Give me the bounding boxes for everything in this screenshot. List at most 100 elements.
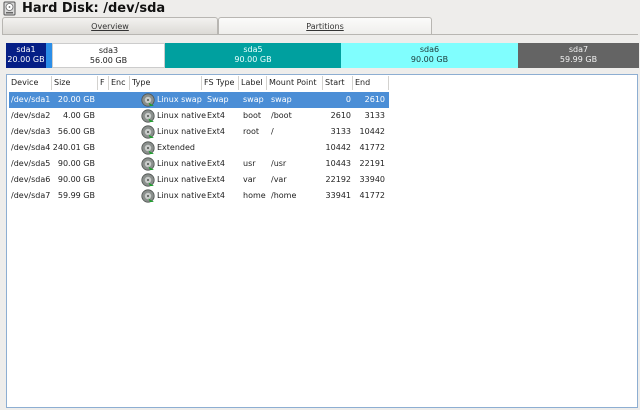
cell-end: 33940 — [359, 175, 385, 184]
segment-name: sda3 — [98, 46, 119, 55]
cell-start: 33941 — [325, 191, 351, 200]
cell-type: Linux swap — [157, 95, 202, 104]
tab-partitions[interactable]: Partitions — [218, 17, 432, 34]
cell-fs-type: Ext4 — [207, 175, 226, 184]
tab-overview[interactable]: Overview — [2, 17, 218, 34]
disk-partition-icon — [141, 189, 155, 203]
segment-size: 59.99 GB — [559, 55, 598, 64]
cell-mount-point: swap — [271, 95, 292, 104]
column-header-end[interactable]: End — [353, 76, 389, 90]
cell-label: usr — [243, 159, 256, 168]
cell-label: home — [243, 191, 266, 200]
partition-table[interactable]: Device Size F Enc Type FS Type Label Mou… — [6, 74, 638, 408]
cell-device: /dev/sda3 — [11, 127, 51, 136]
cell-fs-type — [207, 140, 241, 156]
cell-fs-type: Ext4 — [207, 111, 226, 120]
cell-fs-type: Ext4 — [207, 191, 226, 200]
cell-end: 22191 — [359, 159, 385, 168]
disk-partition-icon — [141, 173, 155, 187]
cell-device: /dev/sda5 — [11, 159, 51, 168]
cell-size: 90.00 GB — [57, 175, 95, 184]
partition-segment-sda1[interactable]: sda1 20.00 GB — [6, 43, 46, 68]
cell-end: 10442 — [359, 127, 385, 136]
partition-map: sda1 20.00 GB sda3 56.00 GB sda5 90.00 G… — [6, 43, 639, 68]
partition-segment-sda6[interactable]: sda6 90.00 GB — [341, 43, 518, 68]
table-row[interactable]: /dev/sda2 4.00 GB Linux native Ext4 boot/boo… — [9, 108, 389, 124]
cell-fs-type: Ext4 — [207, 159, 226, 168]
segment-size: 56.00 GB — [89, 56, 128, 65]
segment-size: 90.00 GB — [410, 55, 449, 64]
column-header-flags[interactable]: F — [98, 76, 109, 90]
cell-mount-point: /boot — [271, 111, 292, 120]
tab-partitions-label: Partitions — [306, 22, 344, 31]
partition-segment-sda3[interactable]: sda3 56.00 GB — [52, 43, 165, 68]
title-bar: Hard Disk: /dev/sda — [0, 0, 640, 18]
table-header: Device Size F Enc Type FS Type Label Mou… — [9, 76, 389, 90]
tab-overview-label: Overview — [91, 22, 129, 31]
cell-device: /dev/sda6 — [11, 175, 51, 184]
disk-partition-icon — [141, 109, 155, 123]
column-header-device[interactable]: Device — [9, 76, 52, 90]
cell-device: /dev/sda2 — [11, 111, 51, 120]
segment-name: sda7 — [568, 45, 589, 54]
segment-size: 90.00 GB — [234, 55, 272, 64]
cell-device: /dev/sda7 — [11, 191, 51, 200]
disk-partition-icon — [141, 157, 155, 171]
column-header-size[interactable]: Size — [52, 76, 98, 90]
cell-start: 2610 — [330, 111, 351, 120]
cell-fs-type: Swap — [207, 95, 229, 104]
column-header-fs-type[interactable]: FS Type — [202, 76, 239, 90]
cell-end: 3133 — [364, 111, 385, 120]
cell-size: 59.99 GB — [57, 191, 95, 200]
cell-mount-point: / — [271, 127, 274, 136]
column-header-start[interactable]: Start — [323, 76, 353, 90]
disk-partition-icon — [141, 125, 155, 139]
table-row[interactable]: /dev/sda1 20.00 GB Linux swap Swap swap swap 0… — [9, 92, 389, 108]
column-header-mount-point[interactable]: Mount Point — [267, 76, 323, 90]
column-header-encryption[interactable]: Enc — [109, 76, 130, 90]
column-header-label[interactable]: Label — [239, 76, 267, 90]
cell-type: Linux native — [157, 175, 207, 184]
cell-label: var — [243, 175, 256, 184]
tab-divider — [2, 34, 638, 35]
cell-type: Linux native — [157, 111, 207, 120]
cell-start: 10442 — [325, 143, 351, 152]
cell-mount-point — [271, 140, 321, 156]
cell-size: 4.00 GB — [62, 111, 95, 120]
segment-name: sda6 — [419, 45, 440, 54]
cell-mount-point: /home — [271, 191, 297, 200]
cell-start: 10443 — [325, 159, 351, 168]
cell-label: root — [243, 127, 260, 136]
table-row[interactable]: /dev/sda7 59.99 GB Linux native Ext4 home/ho… — [9, 188, 389, 204]
segment-size: 20.00 GB — [7, 55, 45, 64]
cell-device: /dev/sda4 — [11, 143, 51, 152]
cell-size: 56.00 GB — [57, 127, 95, 136]
cell-end: 41772 — [359, 191, 385, 200]
cell-size: 240.01 GB — [52, 143, 95, 152]
table-row[interactable]: /dev/sda6 90.00 GB Linux native Ext4 var/var… — [9, 172, 389, 188]
cell-label — [243, 140, 269, 156]
partition-segment-sda5[interactable]: sda5 90.00 GB — [165, 43, 341, 68]
cell-end: 41772 — [359, 143, 385, 152]
cell-label: boot — [243, 111, 262, 120]
partition-segment-sda7[interactable]: sda7 59.99 GB — [518, 43, 639, 68]
cell-fs-type: Ext4 — [207, 127, 226, 136]
column-header-type[interactable]: Type — [130, 76, 202, 90]
cell-label: swap — [243, 95, 264, 104]
table-row[interactable]: /dev/sda5 90.00 GB Linux native Ext4 usr/usr… — [9, 156, 389, 172]
segment-name: sda1 — [16, 45, 36, 54]
cell-type: Linux native — [157, 191, 207, 200]
table-row[interactable]: /dev/sda4 240.01 GB Extended 10442 41772 — [9, 140, 389, 156]
segment-name: sda5 — [243, 45, 263, 54]
cell-start: 22192 — [325, 175, 351, 184]
cell-mount-point: /var — [271, 175, 287, 184]
cell-start: 0 — [345, 95, 351, 104]
table-row[interactable]: /dev/sda3 56.00 GB Linux native Ext4 root / 31… — [9, 124, 389, 140]
cell-end: 2610 — [364, 95, 385, 104]
hard-disk-icon — [3, 1, 16, 16]
cell-type: Linux native — [157, 159, 207, 168]
cell-type: Linux native — [157, 127, 207, 136]
cell-size: 90.00 GB — [57, 159, 95, 168]
cell-size: 20.00 GB — [57, 95, 95, 104]
cell-device: /dev/sda1 — [11, 95, 51, 104]
